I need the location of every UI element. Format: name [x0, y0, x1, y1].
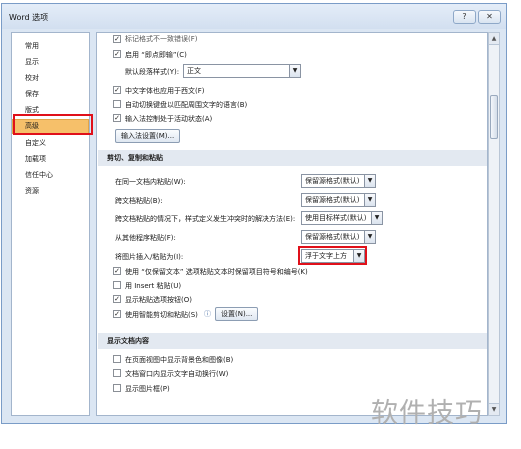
label-default-para-style: 默认段落样式(Y):	[125, 68, 180, 76]
nav-item-customize[interactable]: 自定义	[12, 136, 89, 151]
label-ime-active: 输入法控制处于活动状态(A)	[125, 115, 213, 123]
other-programs-value: 保留源格式(默认)	[305, 233, 360, 241]
checkbox-picture-placeholders[interactable]	[113, 384, 121, 392]
dropdown-arrow-icon[interactable]: ▼	[364, 230, 376, 244]
between-docs-value: 保留源格式(默认)	[305, 196, 360, 204]
checkbox-ime-active[interactable]: ✓	[113, 114, 121, 122]
label-show-paste-options: 显示粘贴选项按钮(O)	[125, 296, 192, 304]
scroll-down-icon[interactable]: ▼	[489, 403, 499, 415]
label-between-docs: 跨文档粘贴(B):	[115, 197, 163, 205]
nav-item-addins[interactable]: 加载项	[12, 152, 89, 167]
advanced-highlight-box	[13, 114, 93, 135]
within-doc-value: 保留源格式(默认)	[305, 177, 360, 185]
label-insert-picture: 将图片插入/粘贴为(I):	[115, 253, 184, 261]
style-conflict-select[interactable]: 使用目标样式(默认) ▼	[301, 211, 383, 225]
ime-settings-button[interactable]: 输入法设置(M)...	[115, 129, 181, 143]
label-wrap-text: 文档窗口内显示文字自动换行(W)	[125, 370, 229, 378]
watermark-text: 软件技巧	[371, 398, 483, 429]
checkbox-mark-inconsistent[interactable]: ✓	[113, 35, 121, 43]
label-other-programs: 从其他程序粘贴(F):	[115, 234, 176, 242]
label-auto-keyboard: 自动切换键盘以匹配周围文字的语言(B)	[125, 101, 248, 109]
checkbox-smart-cut-paste[interactable]: ✓	[113, 310, 121, 318]
label-picture-placeholders: 显示图片框(P)	[125, 385, 170, 393]
label-chinese-font-west: 中文字体也应用于西文(F)	[125, 87, 205, 95]
nav-item-resources[interactable]: 资源	[12, 184, 89, 199]
dropdown-arrow-icon[interactable]: ▼	[289, 64, 301, 78]
checkbox-show-paste-options[interactable]: ✓	[113, 295, 121, 303]
scroll-up-icon[interactable]: ▲	[489, 33, 499, 45]
title-bar: Word 选项 ? ✕	[2, 4, 506, 29]
default-para-style-value: 正文	[187, 67, 201, 75]
dialog-title: Word 选项	[9, 13, 49, 22]
checkbox-wrap-text[interactable]	[113, 369, 121, 377]
nav-item-trust-center[interactable]: 信任中心	[12, 168, 89, 183]
checkbox-background-colors[interactable]	[113, 355, 121, 363]
label-background-colors: 在页面视图中显示背景色和图像(B)	[125, 356, 234, 364]
label-click-and-type: 启用 “即点即输”(C)	[125, 51, 187, 59]
content-scrollbar[interactable]: ▲ ▼	[488, 32, 500, 416]
checkbox-auto-keyboard[interactable]	[113, 100, 121, 108]
between-docs-select[interactable]: 保留源格式(默认) ▼	[301, 193, 376, 207]
options-nav: 常用 显示 校对 保存 版式 高级 自定义 加载项 信任中心 资源	[11, 32, 90, 416]
default-para-style-select[interactable]: 正文 ▼	[183, 64, 301, 78]
dropdown-arrow-icon[interactable]: ▼	[364, 193, 376, 207]
section-show-document: 显示文档内容	[98, 333, 487, 349]
section-cut-copy-paste: 剪切、复制和粘贴	[98, 150, 487, 166]
checkbox-chinese-font-west[interactable]: ✓	[113, 86, 121, 94]
checkbox-insert-key-paste[interactable]	[113, 281, 121, 289]
label-smart-cut-paste: 使用智能剪切和粘贴(S)	[125, 311, 198, 319]
nav-item-display[interactable]: 显示	[12, 55, 89, 70]
label-style-conflict: 跨文档粘贴的情况下，样式定义发生冲突时的解决方法(E):	[115, 215, 296, 223]
checkbox-click-and-type[interactable]: ✓	[113, 50, 121, 58]
style-conflict-value: 使用目标样式(默认)	[305, 214, 367, 222]
scrollbar-thumb[interactable]	[490, 95, 498, 139]
other-programs-select[interactable]: 保留源格式(默认) ▼	[301, 230, 376, 244]
close-button[interactable]: ✕	[478, 10, 501, 24]
nav-item-proofing[interactable]: 校对	[12, 71, 89, 86]
label-insert-key-paste: 用 Insert 粘贴(U)	[125, 282, 182, 290]
help-button[interactable]: ?	[453, 10, 476, 24]
checkbox-keep-bullets[interactable]: ✓	[113, 267, 121, 275]
insert-picture-highlight-box	[298, 246, 367, 265]
label-within-doc: 在同一文档内粘贴(W):	[115, 178, 186, 186]
dropdown-arrow-icon[interactable]: ▼	[371, 211, 383, 225]
dropdown-arrow-icon[interactable]: ▼	[364, 174, 376, 188]
info-icon: ⓘ	[204, 310, 211, 318]
nav-item-general[interactable]: 常用	[12, 39, 89, 54]
within-doc-select[interactable]: 保留源格式(默认) ▼	[301, 174, 376, 188]
paste-settings-button[interactable]: 设置(N)...	[215, 307, 259, 321]
options-content: ✓ 标记格式不一致错误(F) ✓ 启用 “即点即输”(C) 默认段落样式(Y):…	[96, 32, 488, 416]
nav-item-save[interactable]: 保存	[12, 87, 89, 102]
label-keep-bullets: 使用 “仅保留文本” 选项粘贴文本时保留项目符号和编号(K)	[125, 268, 308, 276]
label-mark-inconsistent: 标记格式不一致错误(F)	[125, 35, 198, 43]
